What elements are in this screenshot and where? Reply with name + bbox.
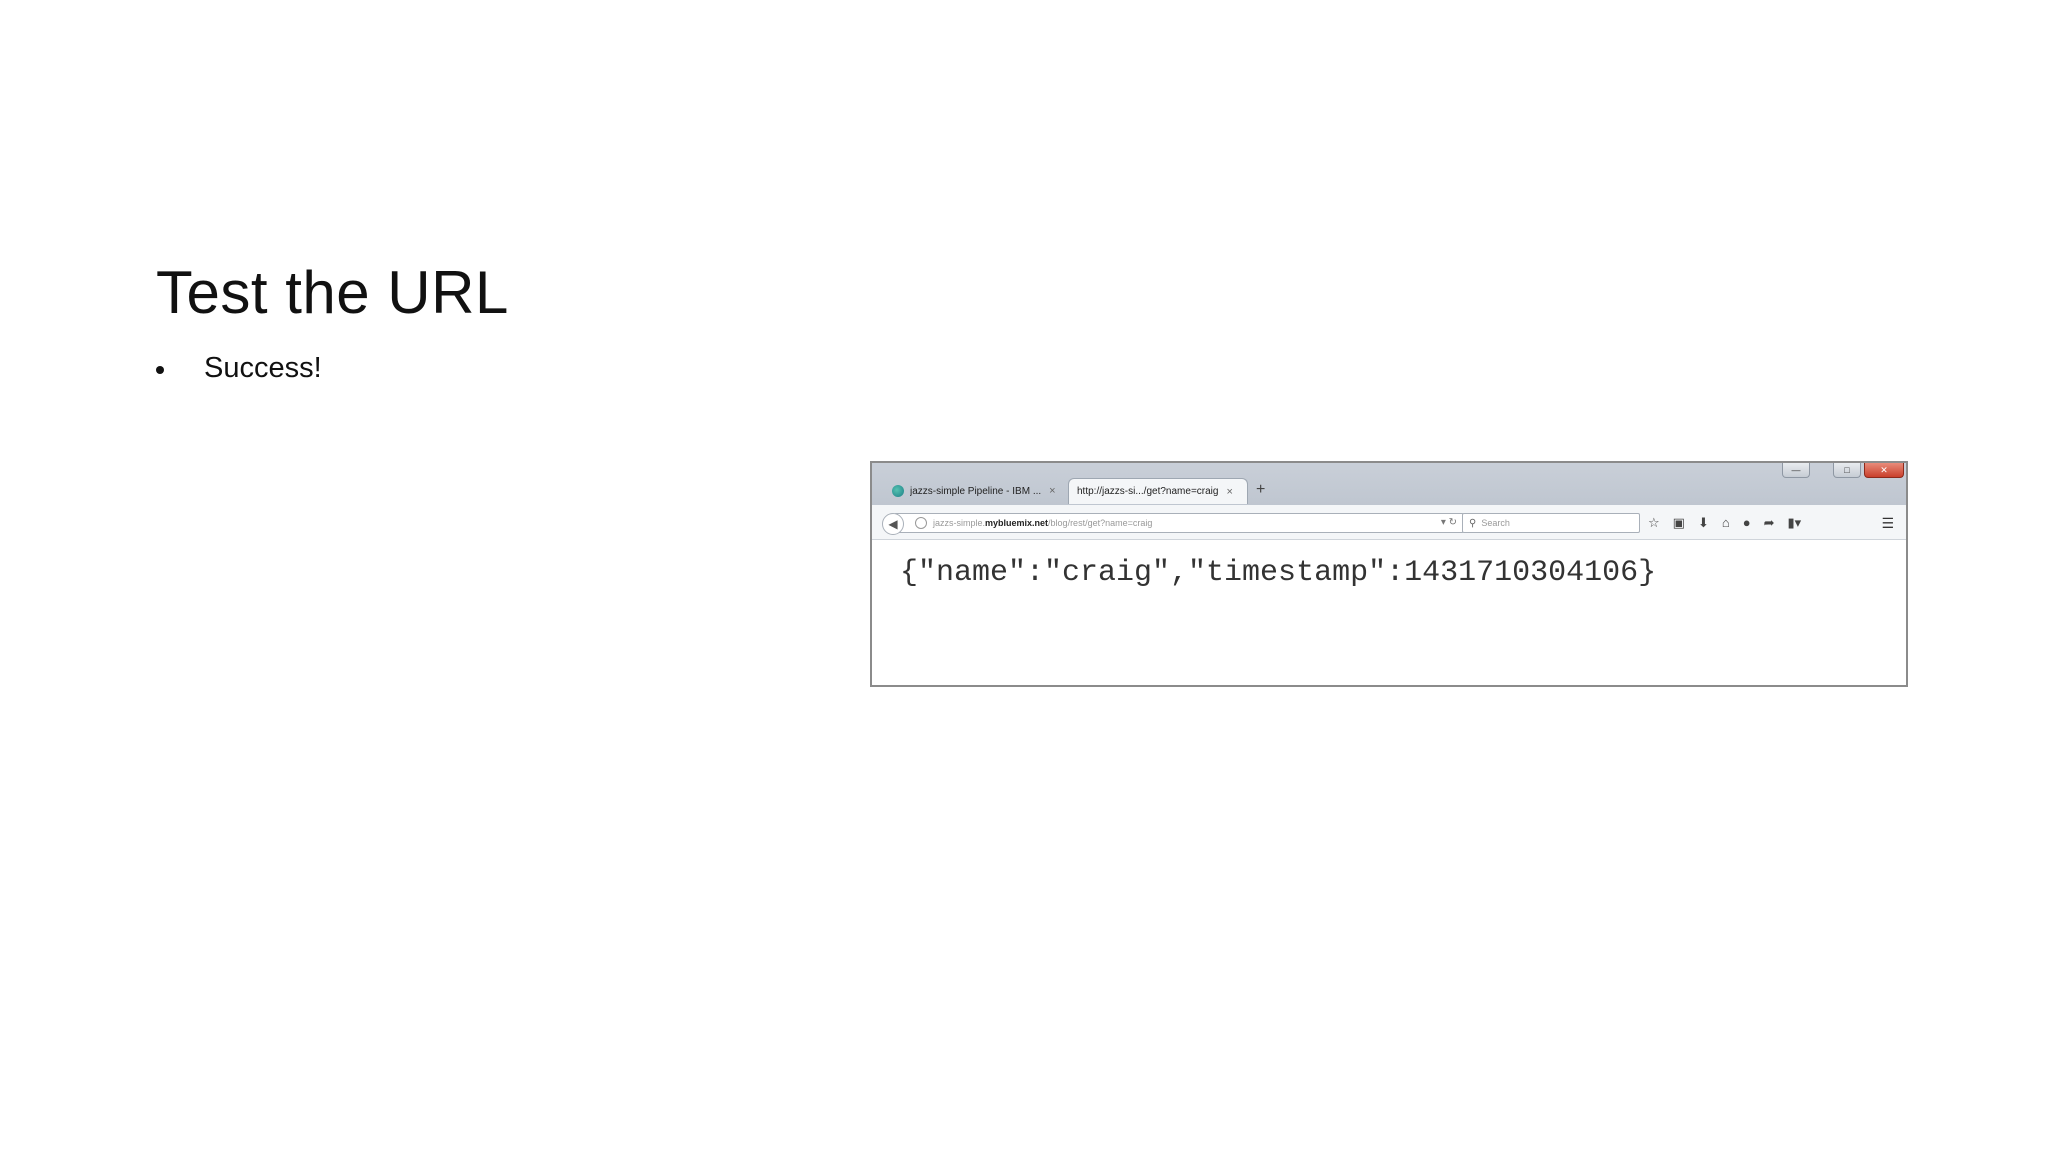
bullet-text: Success! [204,352,322,384]
search-icon: ⚲ [1469,517,1477,529]
download-icon[interactable]: ⬇ [1698,513,1709,533]
back-button[interactable]: ◀ [882,513,904,535]
bullet-dot-icon [156,365,164,374]
extension-icon[interactable]: ▮▾ [1787,513,1801,533]
search-input[interactable]: ⚲ Search [1462,513,1640,533]
close-icon[interactable]: × [1226,486,1232,498]
url-bar[interactable]: jazzs-simple. mybluemix.net /blog/rest/g… [894,513,1464,533]
url-domain: mybluemix.net [985,518,1049,528]
chat-icon[interactable]: ● [1743,513,1751,533]
home-icon[interactable]: ⌂ [1722,513,1730,533]
close-icon[interactable]: × [1049,485,1055,497]
tab-bar: jazzs-simple Pipeline - IBM ... × http:/… [872,463,1906,505]
navigation-bar: jazzs-simple. mybluemix.net /blog/rest/g… [872,505,1906,540]
share-icon[interactable]: ➦ [1764,513,1775,533]
browser-screenshot: jazzs-simple Pipeline - IBM ... × http:/… [870,461,1908,687]
maximize-button[interactable]: □ [1833,463,1861,478]
window-controls: — □ ✕ [1782,463,1904,478]
toolbar-icons: ☆ ▣ ⬇ ⌂ ● ➦ ▮▾ [1648,513,1801,533]
page-title: Test the URL [156,259,509,326]
globe-icon [915,517,927,529]
url-path: /blog/rest/get?name=craig [1048,518,1153,528]
url-prefix: jazzs-simple. [933,518,986,528]
page-content-area: {"name":"craig","timestamp":143171030410… [872,540,1906,685]
bookmarks-icon[interactable]: ▣ [1673,513,1685,533]
search-placeholder: Search [1481,518,1510,528]
reload-icon[interactable]: ▾ ↻ [1441,517,1457,528]
tab-label: jazzs-simple Pipeline - IBM ... [910,485,1042,497]
tab-label: http://jazzs-si.../get?name=craig [1077,486,1219,497]
minimize-button[interactable]: — [1782,463,1810,478]
bluemix-favicon-icon [892,485,904,497]
new-tab-button[interactable]: + [1256,481,1265,499]
tab-get-url[interactable]: http://jazzs-si.../get?name=craig × [1068,478,1248,504]
bullet-item: Success! [156,352,322,385]
menu-icon[interactable]: ☰ [1881,513,1894,533]
tab-pipeline[interactable]: jazzs-simple Pipeline - IBM ... × [892,478,1068,504]
json-response: {"name":"craig","timestamp":143171030410… [900,556,1657,590]
close-window-button[interactable]: ✕ [1864,463,1904,478]
star-icon[interactable]: ☆ [1648,513,1660,533]
